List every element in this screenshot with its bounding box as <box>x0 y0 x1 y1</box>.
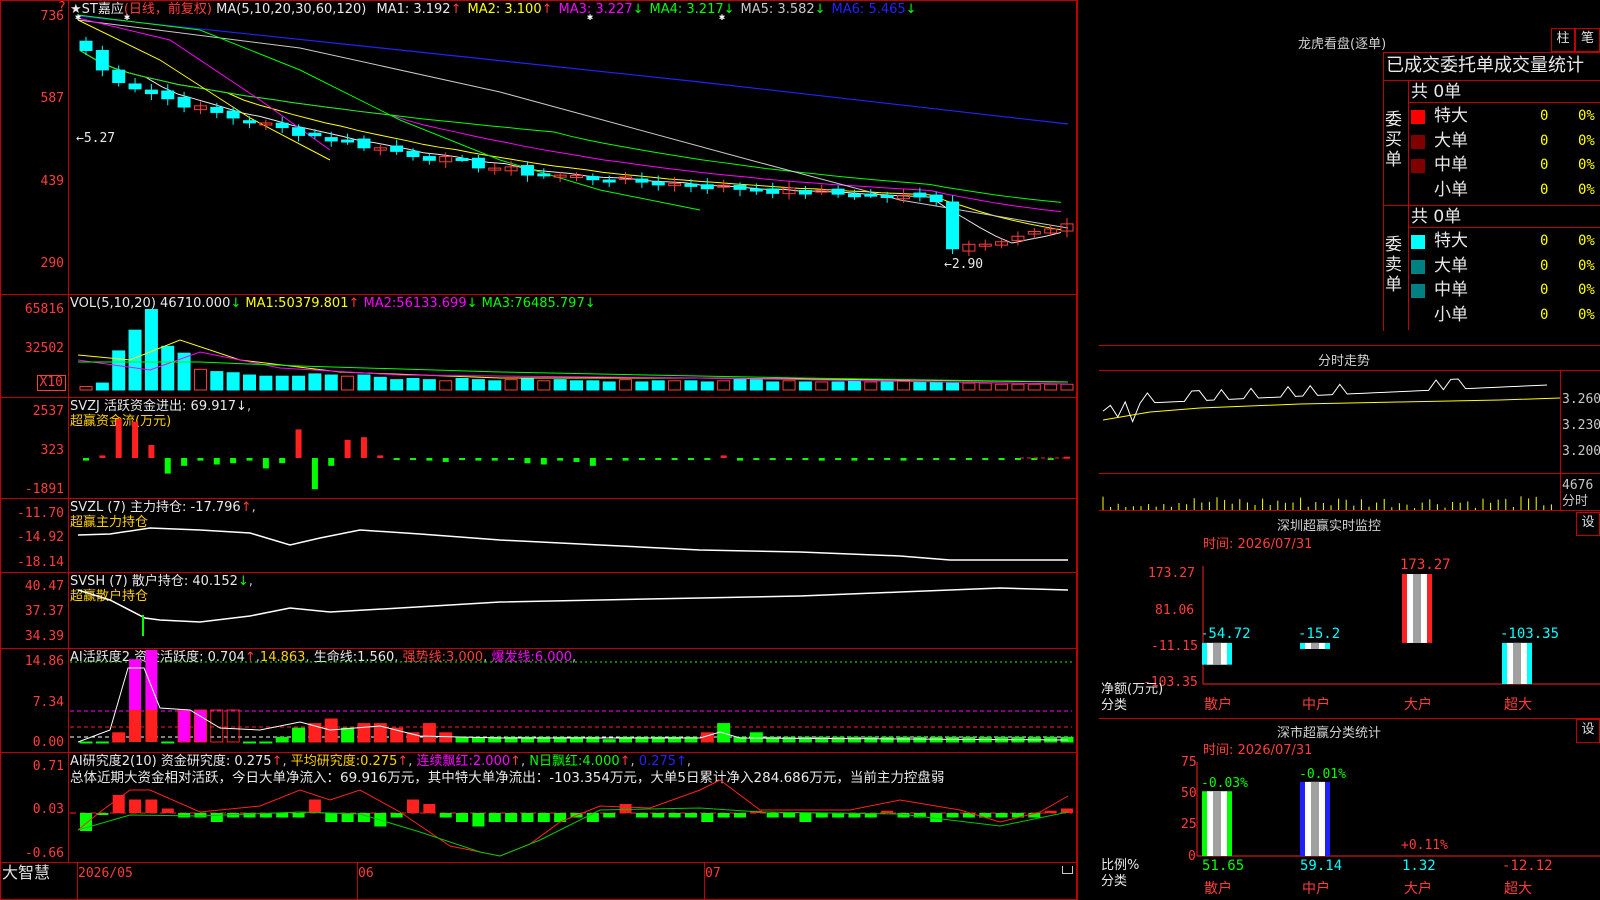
net-flow-bar-shade <box>1413 574 1421 643</box>
right-panel-canvas <box>1102 378 1600 857</box>
ratio-bar-shade <box>1213 791 1221 856</box>
net-flow-bar-shade <box>1513 642 1521 684</box>
net-flow-bar-shade <box>1311 642 1319 649</box>
net-flow-bar-shade <box>1213 642 1221 665</box>
ratio-bar-shade <box>1311 781 1319 856</box>
intraday-avg-line <box>1102 397 1561 421</box>
